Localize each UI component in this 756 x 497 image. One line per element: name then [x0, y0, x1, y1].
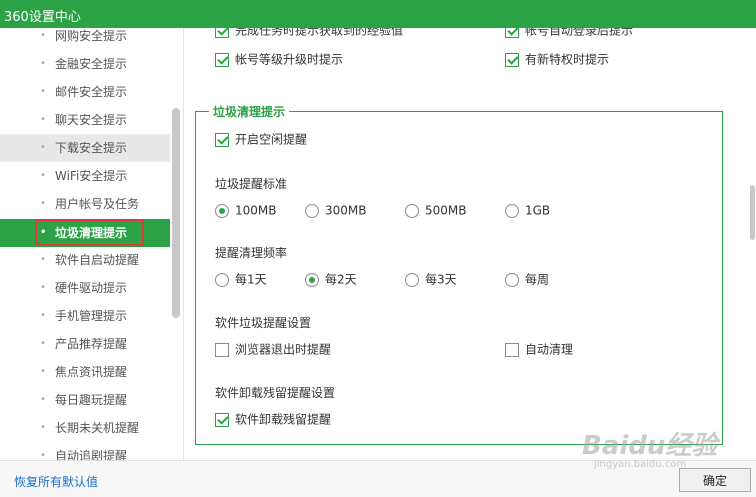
sidebar-item-phone[interactable]: • 手机管理提示 [0, 302, 170, 330]
highlight-outline [35, 219, 144, 246]
sidebar-scrollbar-thumb[interactable] [172, 108, 180, 318]
sidebar-item-online-shopping[interactable]: • 网购安全提示 [0, 28, 170, 50]
checkbox-icon [505, 342, 519, 357]
sidebar-item-label: 焦点资讯提醒 [55, 365, 128, 379]
sidebar-item-finance[interactable]: • 金融安全提示 [0, 50, 170, 78]
checkbox-icon [215, 132, 229, 147]
frequency-radio-1day[interactable]: 每1天 [215, 271, 267, 289]
sidebar-item-wifi[interactable]: • WiFi安全提示 [0, 162, 170, 190]
radio-icon [505, 272, 519, 287]
task-exp-checkbox[interactable]: 完成任务时提示获取到的经验值 [215, 28, 403, 40]
software-junk-label: 软件垃圾提醒设置 [215, 316, 312, 330]
sidebar-item-autostart[interactable]: • 软件自启动提醒 [0, 246, 170, 274]
bullet-icon: • [40, 394, 46, 405]
sidebar-item-label: 每日趣玩提醒 [55, 393, 128, 407]
radio-icon [505, 203, 519, 218]
auto-clean-checkbox[interactable]: 自动清理 [505, 341, 573, 359]
sidebar-item-label: 下载安全提示 [55, 141, 128, 155]
checkbox-icon [215, 28, 229, 38]
sidebar-item-email[interactable]: • 邮件安全提示 [0, 78, 170, 106]
radio-icon [215, 203, 229, 218]
standard-radio-500mb[interactable]: 500MB [405, 202, 467, 220]
idle-reminder-checkbox[interactable]: 开启空闲提醒 [215, 131, 307, 149]
sidebar-item-download[interactable]: • 下载安全提示 [0, 134, 170, 162]
sidebar-item-driver[interactable]: • 硬件驱动提示 [0, 274, 170, 302]
radio-icon [405, 203, 419, 218]
settings-content: 完成任务时提示获取到的经验值 帐号自动登录后提示 帐号等级升级时提示 有新特权时… [185, 28, 756, 460]
window-title: 360设置中心 [4, 10, 81, 25]
bullet-icon: • [40, 86, 46, 97]
sidebar-item-tv-series[interactable]: • 自动追剧提醒 [0, 442, 170, 460]
sidebar-item-label: 软件自启动提醒 [55, 253, 140, 267]
bullet-icon: • [40, 198, 46, 209]
sidebar-item-label: WiFi安全提示 [55, 169, 128, 183]
standard-radio-100mb[interactable]: 100MB [215, 202, 277, 220]
radio-icon [405, 272, 419, 287]
checkbox-icon [215, 342, 229, 357]
browser-exit-checkbox[interactable]: 浏览器退出时提醒 [215, 341, 331, 359]
bullet-icon: • [40, 310, 46, 321]
restore-defaults-link[interactable]: 恢复所有默认值 [14, 473, 98, 490]
sidebar-item-chat[interactable]: • 聊天安全提示 [0, 106, 170, 134]
sidebar-item-label: 产品推荐提醒 [55, 337, 128, 351]
section-title: 垃圾清理提示 [209, 103, 290, 120]
sidebar: • 网购安全提示 • 金融安全提示 • 邮件安全提示 • 聊天安全提示 • 下载… [0, 28, 184, 460]
sidebar-item-label: 金融安全提示 [55, 57, 128, 71]
standard-label: 垃圾提醒标准 [215, 177, 288, 191]
bullet-icon: • [40, 114, 46, 125]
bullet-icon: • [40, 282, 46, 293]
level-up-checkbox[interactable]: 帐号等级升级时提示 [215, 51, 343, 69]
sidebar-item-product[interactable]: • 产品推荐提醒 [0, 330, 170, 358]
sidebar-item-label: 长期未关机提醒 [55, 421, 140, 435]
frequency-radio-weekly[interactable]: 每周 [505, 271, 549, 289]
sidebar-item-label: 手机管理提示 [55, 309, 128, 323]
bullet-icon: • [40, 366, 46, 377]
sidebar-item-account[interactable]: • 用户帐号及任务 [0, 190, 170, 218]
frequency-radio-3days[interactable]: 每3天 [405, 271, 457, 289]
sidebar-item-label: 网购安全提示 [55, 29, 128, 43]
bullet-icon: • [40, 142, 46, 153]
auto-login-checkbox[interactable]: 帐号自动登录后提示 [505, 28, 633, 40]
radio-icon [305, 203, 319, 218]
sidebar-item-long-uptime[interactable]: • 长期未关机提醒 [0, 414, 170, 442]
checkbox-icon [215, 412, 229, 427]
sidebar-item-label: 用户帐号及任务 [55, 197, 140, 211]
footer-bar: 恢复所有默认值 确定 [0, 460, 756, 497]
checkbox-icon [505, 52, 519, 67]
sidebar-item-daily-fun[interactable]: • 每日趣玩提醒 [0, 386, 170, 414]
frequency-label: 提醒清理频率 [215, 246, 288, 260]
bullet-icon: • [40, 450, 46, 460]
uninstall-label: 软件卸载残留提醒设置 [215, 386, 336, 400]
radio-icon [305, 272, 319, 287]
frequency-radio-2days[interactable]: 每2天 [305, 271, 357, 289]
ok-button[interactable]: 确定 [679, 468, 751, 492]
content-scrollbar-thumb[interactable] [750, 185, 755, 240]
sidebar-item-label: 自动追剧提醒 [55, 449, 128, 460]
uninstall-residue-checkbox[interactable]: 软件卸载残留提醒 [215, 411, 331, 429]
checkbox-icon [215, 52, 229, 67]
bullet-icon: • [40, 30, 46, 41]
sidebar-item-label: 邮件安全提示 [55, 85, 128, 99]
standard-radio-1gb[interactable]: 1GB [505, 202, 550, 220]
radio-icon [215, 272, 229, 287]
bullet-icon: • [40, 338, 46, 349]
bullet-icon: • [40, 422, 46, 433]
checkbox-icon [505, 28, 519, 38]
bullet-icon: • [40, 170, 46, 181]
title-bar: 360设置中心 [0, 0, 756, 28]
sidebar-item-label: 聊天安全提示 [55, 113, 128, 127]
bullet-icon: • [40, 254, 46, 265]
sidebar-item-news[interactable]: • 焦点资讯提醒 [0, 358, 170, 386]
standard-radio-300mb[interactable]: 300MB [305, 202, 367, 220]
bullet-icon: • [40, 58, 46, 69]
privilege-checkbox[interactable]: 有新特权时提示 [505, 51, 609, 69]
sidebar-item-label: 硬件驱动提示 [55, 281, 128, 295]
